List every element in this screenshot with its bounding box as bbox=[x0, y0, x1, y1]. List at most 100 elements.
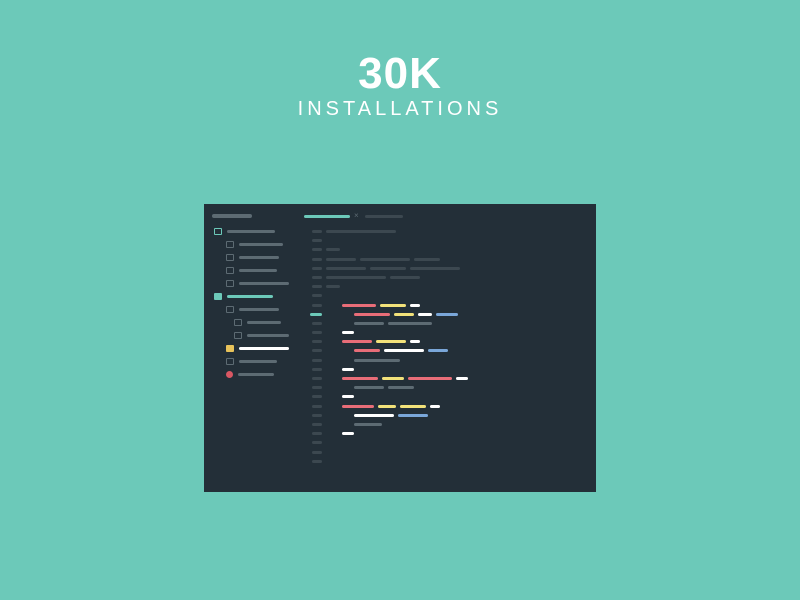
code-token bbox=[342, 368, 354, 371]
editor-tab[interactable]: × bbox=[304, 212, 359, 220]
box-icon bbox=[226, 306, 234, 313]
headline-number: 30K bbox=[298, 52, 503, 96]
code-token bbox=[370, 267, 406, 270]
file-tree-label bbox=[239, 282, 289, 285]
code-line[interactable] bbox=[326, 423, 596, 426]
line-number bbox=[312, 349, 322, 352]
code-token bbox=[326, 248, 340, 251]
line-number bbox=[312, 423, 322, 426]
line-number bbox=[312, 377, 322, 380]
file-explorer[interactable] bbox=[204, 204, 304, 492]
code-line[interactable] bbox=[326, 258, 596, 261]
md-icon bbox=[226, 371, 233, 378]
code-line[interactable] bbox=[326, 368, 596, 371]
code-token bbox=[436, 313, 458, 316]
code-line[interactable] bbox=[326, 460, 596, 463]
file-tree-item[interactable] bbox=[212, 280, 296, 287]
file-tree-item[interactable] bbox=[212, 306, 296, 313]
code-line[interactable] bbox=[326, 285, 596, 288]
code-token bbox=[398, 414, 428, 417]
code-token bbox=[388, 322, 432, 325]
box-icon bbox=[226, 280, 234, 287]
code-line[interactable] bbox=[326, 340, 596, 343]
js-icon bbox=[226, 345, 234, 352]
line-number bbox=[312, 340, 322, 343]
code-token bbox=[354, 386, 384, 389]
line-number bbox=[312, 368, 322, 371]
file-tree-item[interactable] bbox=[212, 241, 296, 248]
file-tree-item[interactable] bbox=[212, 228, 296, 235]
code-token bbox=[326, 258, 356, 261]
line-number bbox=[312, 294, 322, 297]
editor-window: × bbox=[204, 204, 596, 492]
box-icon bbox=[226, 254, 234, 261]
code-token bbox=[354, 423, 382, 426]
line-number bbox=[312, 386, 322, 389]
code-line[interactable] bbox=[326, 313, 596, 316]
file-tree-label bbox=[238, 373, 274, 376]
box-icon bbox=[226, 358, 234, 365]
code-line[interactable] bbox=[326, 322, 596, 325]
code-line[interactable] bbox=[326, 239, 596, 242]
line-gutter bbox=[304, 230, 326, 492]
code-line[interactable] bbox=[326, 405, 596, 408]
code-line[interactable] bbox=[326, 359, 596, 362]
code-line[interactable] bbox=[326, 349, 596, 352]
code-token bbox=[418, 313, 432, 316]
code-area[interactable] bbox=[304, 224, 596, 492]
code-line[interactable] bbox=[326, 248, 596, 251]
code-line[interactable] bbox=[326, 230, 596, 233]
code-line[interactable] bbox=[326, 331, 596, 334]
code-line[interactable] bbox=[326, 432, 596, 435]
file-tree-item[interactable] bbox=[212, 358, 296, 365]
code-line[interactable] bbox=[326, 294, 596, 297]
headline-label: INSTALLATIONS bbox=[298, 98, 503, 121]
code-token bbox=[384, 349, 424, 352]
file-tree-label bbox=[239, 269, 277, 272]
code-line[interactable] bbox=[326, 395, 596, 398]
code-token bbox=[408, 377, 452, 380]
file-tree-item[interactable] bbox=[212, 319, 296, 326]
file-tree-item[interactable] bbox=[212, 345, 296, 352]
line-number bbox=[312, 441, 322, 444]
code-line[interactable] bbox=[326, 441, 596, 444]
file-tree-label bbox=[239, 360, 277, 363]
box-icon bbox=[226, 241, 234, 248]
code-token bbox=[354, 414, 394, 417]
code-token bbox=[394, 313, 414, 316]
file-tree-label bbox=[239, 256, 279, 259]
line-number bbox=[312, 239, 322, 242]
code-line[interactable] bbox=[326, 377, 596, 380]
code-lines[interactable] bbox=[326, 230, 596, 492]
line-number bbox=[312, 267, 322, 270]
code-line[interactable] bbox=[326, 276, 596, 279]
code-line[interactable] bbox=[326, 451, 596, 454]
line-number bbox=[312, 460, 322, 463]
close-icon[interactable]: × bbox=[354, 212, 359, 220]
editor-tab[interactable] bbox=[365, 215, 403, 218]
code-token bbox=[390, 276, 420, 279]
code-line[interactable] bbox=[326, 414, 596, 417]
tab-bar[interactable]: × bbox=[304, 204, 596, 224]
file-tree-item[interactable] bbox=[212, 254, 296, 261]
code-token bbox=[342, 304, 376, 307]
file-tree-item[interactable] bbox=[212, 293, 296, 300]
file-tree-item[interactable] bbox=[212, 267, 296, 274]
code-line[interactable] bbox=[326, 304, 596, 307]
line-number bbox=[312, 395, 322, 398]
line-number bbox=[312, 230, 322, 233]
code-token bbox=[378, 405, 396, 408]
code-line[interactable] bbox=[326, 386, 596, 389]
line-number bbox=[312, 451, 322, 454]
tab-label bbox=[365, 215, 403, 218]
line-number bbox=[312, 304, 322, 307]
code-token bbox=[342, 377, 378, 380]
code-token bbox=[410, 267, 460, 270]
code-token bbox=[326, 276, 386, 279]
file-tree-item[interactable] bbox=[212, 332, 296, 339]
code-token bbox=[326, 285, 340, 288]
code-line[interactable] bbox=[326, 267, 596, 270]
code-token bbox=[342, 395, 354, 398]
code-token bbox=[342, 340, 372, 343]
file-tree-item[interactable] bbox=[212, 371, 296, 378]
